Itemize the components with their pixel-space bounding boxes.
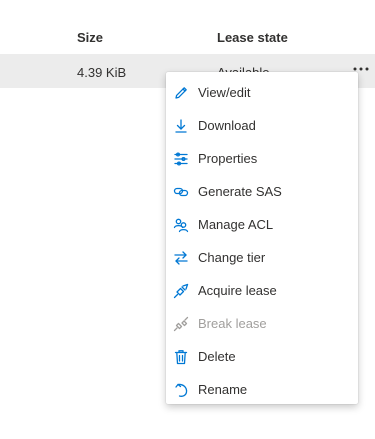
plug-icon bbox=[172, 282, 190, 300]
menu-item-label: Delete bbox=[198, 349, 236, 364]
menu-item-break-lease: Break lease bbox=[166, 307, 358, 340]
menu-item-label: Manage ACL bbox=[198, 217, 274, 232]
swap-arrows-icon bbox=[172, 249, 190, 267]
column-header-lease-state[interactable]: Lease state bbox=[217, 30, 288, 45]
table-header-row: Size Lease state bbox=[0, 0, 375, 48]
menu-item-label: Download bbox=[198, 118, 256, 133]
rename-icon bbox=[172, 381, 190, 399]
menu-item-label: Generate SAS bbox=[198, 184, 282, 199]
context-menu: View/edit Download Properties Generate S… bbox=[166, 72, 358, 404]
menu-item-manage-acl[interactable]: Manage ACL bbox=[166, 208, 358, 241]
menu-item-rename[interactable]: Rename bbox=[166, 373, 358, 406]
menu-item-label: Rename bbox=[198, 382, 248, 397]
trash-icon bbox=[172, 348, 190, 366]
cell-size: 4.39 KiB bbox=[77, 65, 127, 80]
download-icon bbox=[172, 117, 190, 135]
menu-item-label: Properties bbox=[198, 151, 258, 166]
menu-item-acquire-lease[interactable]: Acquire lease bbox=[166, 274, 358, 307]
menu-item-label: View/edit bbox=[198, 85, 251, 100]
menu-item-label: Change tier bbox=[198, 250, 266, 265]
menu-item-label: Break lease bbox=[198, 316, 267, 331]
menu-item-view-edit[interactable]: View/edit bbox=[166, 76, 358, 109]
menu-item-delete[interactable]: Delete bbox=[166, 340, 358, 373]
menu-item-generate-sas[interactable]: Generate SAS bbox=[166, 175, 358, 208]
menu-item-change-tier[interactable]: Change tier bbox=[166, 241, 358, 274]
broken-plug-icon bbox=[172, 315, 190, 333]
menu-item-properties[interactable]: Properties bbox=[166, 142, 358, 175]
edit-icon bbox=[172, 84, 190, 102]
properties-icon bbox=[172, 150, 190, 168]
column-header-size[interactable]: Size bbox=[77, 30, 103, 45]
people-icon bbox=[172, 216, 190, 234]
link-icon bbox=[172, 183, 190, 201]
menu-item-download[interactable]: Download bbox=[166, 109, 358, 142]
menu-item-label: Acquire lease bbox=[198, 283, 277, 298]
